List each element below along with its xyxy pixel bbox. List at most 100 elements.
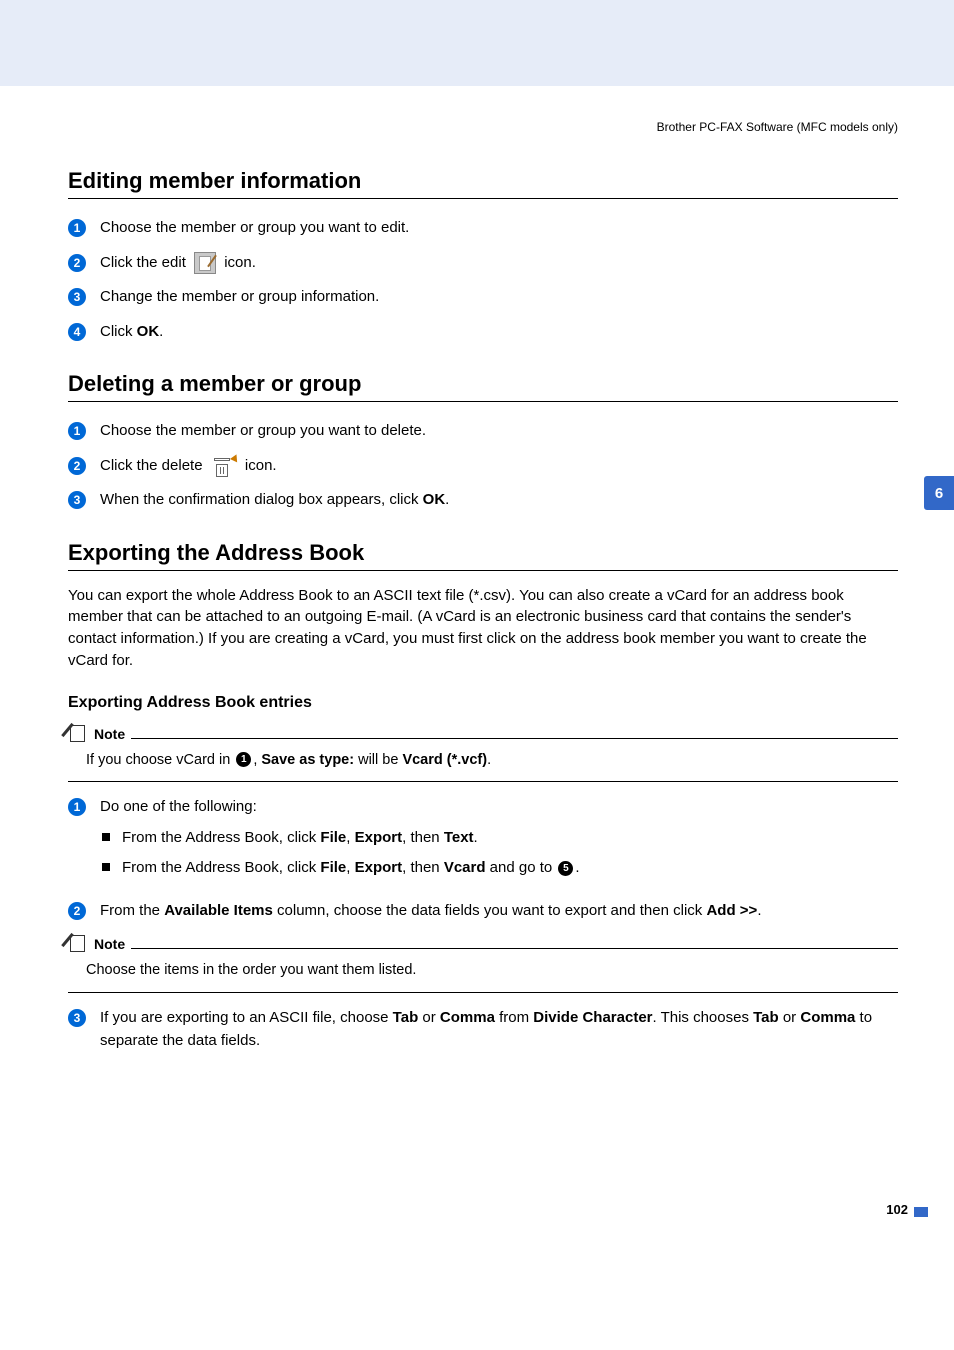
page-number-mark-icon	[914, 1207, 928, 1217]
text: icon.	[220, 254, 256, 271]
page: 6 Brother PC-FAX Software (MFC models on…	[0, 0, 954, 1350]
text: .	[575, 859, 579, 876]
text: ,	[346, 829, 354, 846]
heading-deleting: Deleting a member or group	[68, 371, 898, 402]
bold-text: Save as type:	[261, 752, 354, 768]
steps-deleting: 1 Choose the member or group you want to…	[68, 420, 898, 512]
step-number-icon: 2	[68, 457, 86, 475]
bold-text: File	[320, 859, 346, 876]
note-header: Note	[68, 934, 898, 952]
text: .	[757, 902, 761, 919]
text: column, choose the data fields you want …	[273, 902, 707, 919]
heading-editing: Editing member information	[68, 168, 898, 199]
bold-text: Text	[444, 829, 474, 846]
text: Click the edit	[100, 254, 190, 271]
step-number-icon: 4	[68, 323, 86, 341]
note-icon	[68, 724, 88, 742]
edit-icon	[194, 252, 216, 274]
text: Click the delete	[100, 457, 207, 474]
step-text: Click the edit icon.	[100, 252, 898, 275]
step: 3 If you are exporting to an ASCII file,…	[68, 1007, 898, 1052]
step-text: From the Available Items column, choose …	[100, 900, 898, 923]
step: 1 Choose the member or group you want to…	[68, 217, 898, 240]
step: 1 Choose the member or group you want to…	[68, 420, 898, 443]
text: Do one of the following:	[100, 798, 257, 815]
note-label: Note	[94, 726, 125, 742]
text: Click	[100, 323, 137, 340]
bold-text: Add >>	[706, 902, 757, 919]
bullet-list: From the Address Book, click File, Expor…	[100, 827, 898, 880]
list-item: From the Address Book, click File, Expor…	[100, 857, 898, 880]
step-number-icon: 3	[68, 1009, 86, 1027]
text: or	[779, 1009, 801, 1026]
step-number-icon: 2	[68, 254, 86, 272]
text: .	[474, 829, 478, 846]
chapter-tab: 6	[924, 476, 954, 510]
text: . This chooses	[653, 1009, 754, 1026]
text: from	[495, 1009, 533, 1026]
step-number-icon: 1	[68, 798, 86, 816]
text: When the confirmation dialog box appears…	[100, 491, 423, 508]
step-text: Change the member or group information.	[100, 286, 898, 309]
step-text: Do one of the following: From the Addres…	[100, 796, 898, 888]
step-text: If you are exporting to an ASCII file, c…	[100, 1007, 898, 1052]
text: , then	[402, 859, 444, 876]
text: From the	[100, 902, 164, 919]
bold-text: Tab	[393, 1009, 419, 1026]
text: .	[445, 491, 449, 508]
text: .	[159, 323, 163, 340]
list-item: From the Address Book, click File, Expor…	[100, 827, 898, 850]
text: .	[487, 752, 491, 768]
step: 2 Click the edit icon.	[68, 252, 898, 275]
step-ref-icon: 5	[558, 861, 573, 876]
bold-text: Divide Character	[533, 1009, 652, 1026]
step: 2 From the Available Items column, choos…	[68, 900, 898, 923]
step-text: Click OK.	[100, 321, 898, 344]
text: From the Address Book, click	[122, 859, 320, 876]
note-header: Note	[68, 724, 898, 742]
step-text: Choose the member or group you want to e…	[100, 217, 898, 240]
step-number-icon: 1	[68, 219, 86, 237]
bold-text: Export	[355, 829, 403, 846]
note-icon	[68, 934, 88, 952]
bold-text: Comma	[440, 1009, 495, 1026]
text: will be	[354, 752, 402, 768]
content-area: Brother PC-FAX Software (MFC models only…	[0, 86, 954, 1052]
text: , then	[402, 829, 444, 846]
bold-text: Tab	[753, 1009, 779, 1026]
heading-exporting: Exporting the Address Book	[68, 540, 898, 571]
text: From the Address Book, click	[122, 829, 320, 846]
step: 3 Change the member or group information…	[68, 286, 898, 309]
bold-text: Available Items	[164, 902, 273, 919]
step-text: Choose the member or group you want to d…	[100, 420, 898, 443]
bold-text: OK	[423, 491, 446, 508]
text: If you are exporting to an ASCII file, c…	[100, 1009, 393, 1026]
note-rule	[131, 948, 898, 949]
bold-text: Vcard	[444, 859, 486, 876]
text: icon.	[241, 457, 277, 474]
step: 1 Do one of the following: From the Addr…	[68, 796, 898, 888]
step-text: Click the delete icon.	[100, 455, 898, 478]
page-number: 102	[886, 1202, 908, 1217]
step-number-icon: 1	[68, 422, 86, 440]
note-box: Note Choose the items in the order you w…	[68, 934, 898, 993]
step: 3 When the confirmation dialog box appea…	[68, 489, 898, 512]
text: If you choose vCard in	[86, 752, 234, 768]
intro-paragraph: You can export the whole Address Book to…	[68, 585, 898, 672]
header-band	[0, 0, 954, 86]
bold-text: Vcard (*.vcf)	[402, 752, 487, 768]
note-rule	[131, 738, 898, 739]
running-header: Brother PC-FAX Software (MFC models only…	[68, 120, 898, 134]
note-body: Choose the items in the order you want t…	[68, 958, 898, 993]
bold-text: OK	[137, 323, 160, 340]
sub-heading-export-entries: Exporting Address Book entries	[68, 694, 898, 712]
note-box: Note If you choose vCard in 1, Save as t…	[68, 724, 898, 783]
step-number-icon: 2	[68, 902, 86, 920]
step: 2 Click the delete icon.	[68, 455, 898, 478]
bold-text: Export	[355, 859, 403, 876]
step: 4 Click OK.	[68, 321, 898, 344]
step-number-icon: 3	[68, 288, 86, 306]
step-ref-icon: 1	[236, 752, 251, 767]
bold-text: Comma	[800, 1009, 855, 1026]
bold-text: File	[320, 829, 346, 846]
